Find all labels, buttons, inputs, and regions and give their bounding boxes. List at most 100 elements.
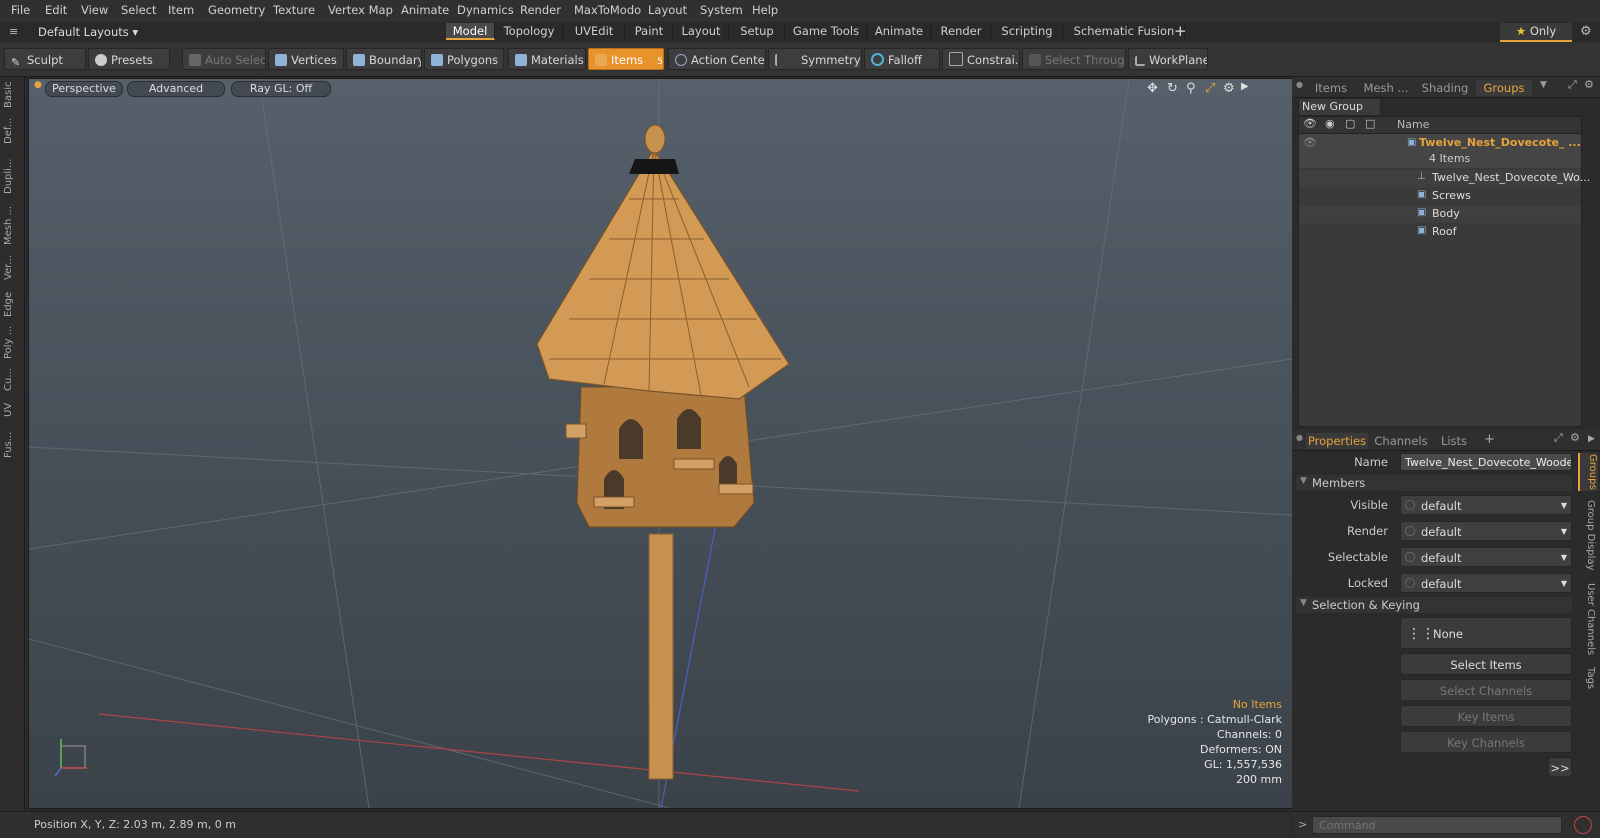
list-item-group[interactable]: 👁 Twelve_Nest_Dovecote_ ... ▣ 4 Items — [1299, 134, 1581, 168]
auto-select-button[interactable]: Auto Select — [182, 48, 266, 70]
lock-icon[interactable]: □ — [1365, 117, 1375, 130]
tab-schematic-fusion[interactable]: Schematic Fusion — [1064, 23, 1185, 40]
none-button[interactable]: ⋮⋮None — [1400, 617, 1572, 649]
menu-edit[interactable]: Edit — [45, 3, 67, 17]
left-tab-duplicate[interactable]: Dupli... — [3, 153, 21, 199]
menu-system[interactable]: System — [700, 3, 743, 17]
side-tab-groups[interactable]: Groups — [1578, 453, 1598, 491]
list-item[interactable]: ▣ Body — [1299, 206, 1581, 223]
select-items-button[interactable]: Select Items — [1400, 653, 1572, 675]
list-item[interactable]: ▣ Roof — [1299, 224, 1581, 241]
menu-animate[interactable]: Animate — [401, 3, 449, 17]
constraints-button[interactable]: Constrai... — [942, 48, 1020, 70]
polygons-button[interactable]: Polygons — [424, 48, 504, 70]
tab-items[interactable]: Items — [1306, 80, 1356, 96]
list-item[interactable]: ⊥ Twelve_Nest_Dovecote_Wo... — [1299, 170, 1590, 187]
menu-file[interactable]: File — [11, 3, 30, 17]
left-tab-uv[interactable]: UV — [3, 399, 21, 421]
maximize-icon[interactable]: ⤢ — [1568, 78, 1577, 92]
falloff-button[interactable]: Falloff — [864, 48, 940, 70]
tabs-dropdown-icon[interactable]: ▼ — [1540, 80, 1547, 90]
panel-settings-icon[interactable]: ⚙ — [1570, 431, 1580, 444]
viewport-settings-icon[interactable]: ⚙ — [1223, 81, 1235, 96]
left-tab-vertex[interactable]: Ver... — [3, 251, 21, 285]
presets-button[interactable]: Presets — [88, 48, 170, 70]
left-tab-edge[interactable]: Edge — [3, 289, 21, 319]
tab-topology[interactable]: Topology — [496, 23, 563, 40]
more-button[interactable]: >> — [1548, 757, 1572, 777]
left-tab-basic[interactable]: Basic — [3, 81, 21, 109]
zoom-icon[interactable]: ⚲ — [1186, 81, 1196, 96]
menu-help[interactable]: Help — [752, 3, 778, 17]
new-group-button[interactable]: New Group — [1298, 98, 1381, 116]
symmetry-button[interactable]: Symmetry — [768, 48, 862, 70]
tab-game-tools[interactable]: Game Tools — [786, 23, 867, 40]
locked-dropdown[interactable]: default ▼ — [1400, 573, 1572, 593]
name-column-header[interactable]: Name — [1397, 118, 1429, 131]
3d-viewport[interactable]: ● Perspective Advanced Ray GL: Off ✥ ↻ ⚲… — [28, 78, 1293, 809]
panel-menu-icon[interactable]: ● — [1296, 433, 1303, 442]
visible-dropdown[interactable]: default ▼ — [1400, 495, 1572, 515]
menu-item[interactable]: Item — [168, 3, 194, 17]
boundary-button[interactable]: Boundary — [346, 48, 422, 70]
left-tab-curve[interactable]: Cu... — [3, 365, 21, 395]
tab-channels[interactable]: Channels — [1372, 433, 1430, 449]
add-tab-icon[interactable]: + — [1484, 432, 1495, 447]
side-tab-tags[interactable]: Tags — [1578, 663, 1596, 693]
left-tab-deform[interactable]: Def... — [3, 113, 21, 149]
key-channels-button[interactable]: Key Channels — [1400, 731, 1572, 753]
menu-texture[interactable]: Texture — [273, 3, 315, 17]
expand-arrow-icon[interactable]: ▶ — [1241, 81, 1249, 92]
rotate-icon[interactable]: ↻ — [1167, 81, 1178, 96]
action-center-button[interactable]: Action Center — [668, 48, 766, 70]
left-tab-mesh[interactable]: Mesh ... — [3, 203, 21, 247]
raygl-button[interactable]: Ray GL: Off — [231, 81, 331, 97]
maximize-icon[interactable]: ⤢ — [1554, 431, 1563, 445]
layout-menu-icon[interactable]: ≡ — [9, 25, 18, 38]
add-tab-icon[interactable]: + — [1174, 22, 1187, 40]
tab-setup[interactable]: Setup — [730, 23, 785, 40]
select-icon[interactable]: ▢ — [1345, 117, 1355, 130]
members-section[interactable]: ▼ Members — [1296, 475, 1572, 491]
side-tab-group-display[interactable]: Group Display — [1578, 495, 1596, 575]
tab-animate[interactable]: Animate — [868, 23, 931, 40]
menu-dynamics[interactable]: Dynamics — [457, 3, 514, 17]
fit-icon[interactable]: ⤢ — [1205, 81, 1215, 96]
menu-geometry[interactable]: Geometry — [208, 3, 265, 17]
pan-icon[interactable]: ✥ — [1147, 81, 1158, 96]
menu-view[interactable]: View — [81, 3, 108, 17]
selection-keying-section[interactable]: ▼ Selection & Keying — [1296, 597, 1572, 613]
list-item[interactable]: ▣ Screws — [1299, 188, 1581, 205]
gear-icon[interactable]: ⚙ — [1580, 24, 1592, 39]
menu-select[interactable]: Select — [121, 3, 156, 17]
select-channels-button[interactable]: Select Channels — [1400, 679, 1572, 701]
materials-button[interactable]: Materials — [508, 48, 586, 70]
shading-button[interactable]: Advanced — [127, 81, 225, 97]
tab-layout[interactable]: Layout — [674, 23, 729, 40]
selectable-dropdown[interactable]: default ▼ — [1400, 547, 1572, 567]
tab-model[interactable]: Model — [446, 23, 495, 40]
menu-vertex-map[interactable]: Vertex Map — [328, 3, 393, 17]
tab-paint[interactable]: Paint — [626, 23, 673, 40]
menu-layout[interactable]: Layout — [648, 3, 687, 17]
eye-icon[interactable]: 👁 — [1303, 117, 1317, 130]
only-toggle[interactable]: ★ Only — [1500, 23, 1572, 42]
key-items-button[interactable]: Key Items — [1400, 705, 1572, 727]
command-input[interactable] — [1312, 816, 1562, 834]
tab-mesh[interactable]: Mesh ... — [1358, 80, 1414, 96]
side-tab-user-channels[interactable]: User Channels — [1578, 579, 1596, 659]
tab-scripting[interactable]: Scripting — [992, 23, 1063, 40]
menu-render[interactable]: Render — [520, 3, 561, 17]
panel-settings-icon[interactable]: ⚙ — [1584, 78, 1594, 91]
vertices-button[interactable]: Vertices1 — [268, 48, 344, 70]
render-dropdown[interactable]: default ▼ — [1400, 521, 1572, 541]
menu-maxtomodo[interactable]: MaxToModo — [574, 3, 641, 17]
render-icon[interactable]: ◉ — [1325, 117, 1335, 130]
panel-menu-icon[interactable]: ● — [1296, 80, 1303, 89]
view-type-button[interactable]: Perspective — [45, 81, 123, 97]
workplane-button[interactable]: WorkPlane — [1128, 48, 1208, 70]
sculpt-button[interactable]: ✎ Sculpt — [4, 48, 86, 70]
tab-properties[interactable]: Properties — [1306, 433, 1368, 449]
tab-uvedit[interactable]: UVEdit — [564, 23, 625, 40]
record-icon[interactable] — [1574, 816, 1592, 834]
